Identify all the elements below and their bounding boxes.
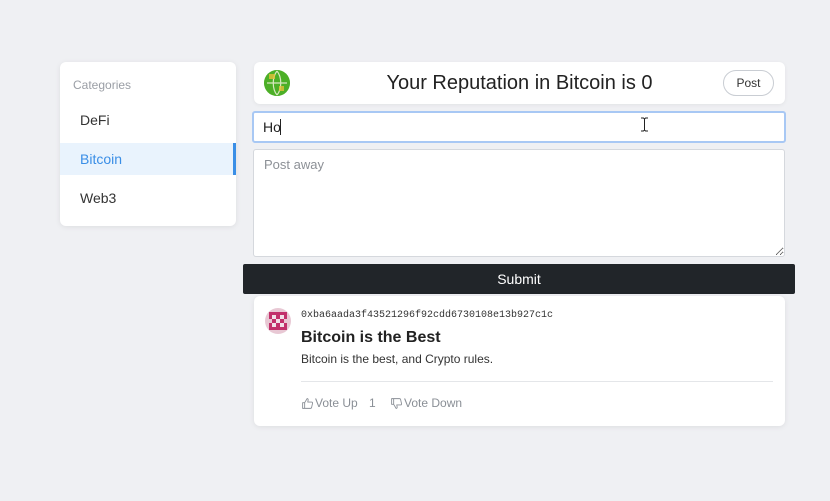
text-caret: [280, 119, 281, 135]
page-title: Your Reputation in Bitcoin is 0: [386, 72, 653, 94]
post-title-input[interactable]: [252, 111, 786, 143]
categories-sidebar: Categories DeFi Bitcoin Web3: [60, 62, 236, 226]
thumbs-up-icon: [302, 397, 314, 409]
vote-down-button[interactable]: Vote Down: [390, 396, 462, 410]
vote-up-button[interactable]: Vote Up: [301, 396, 358, 410]
post-body: Bitcoin is the best, and Crypto rules.: [301, 352, 494, 366]
vote-down-label: Vote Down: [404, 396, 463, 410]
vote-up-label: Vote Up: [315, 396, 358, 410]
sidebar-title: Categories: [73, 78, 132, 92]
divider: [301, 381, 773, 382]
post-author-address: 0xba6aada3f43521296f92cdd6730108e13b927c…: [301, 310, 554, 321]
reputation-header: Your Reputation in Bitcoin is 0 Post: [254, 62, 785, 104]
avatar: [265, 308, 291, 334]
post-button[interactable]: Post: [723, 70, 774, 96]
vote-count: 1: [369, 396, 376, 410]
sidebar-item-bitcoin[interactable]: Bitcoin: [60, 143, 236, 175]
thumbs-down-icon: [391, 397, 403, 409]
submit-button[interactable]: Submit: [243, 264, 795, 294]
sidebar-item-defi[interactable]: DeFi: [60, 104, 236, 136]
sidebar-item-web3[interactable]: Web3: [60, 182, 236, 214]
post-body-textarea[interactable]: [253, 149, 785, 257]
ibeam-cursor-icon: [641, 117, 648, 132]
post-title: Bitcoin is the Best: [301, 329, 441, 346]
post-card: 0xba6aada3f43521296f92cdd6730108e13b927c…: [254, 296, 785, 426]
